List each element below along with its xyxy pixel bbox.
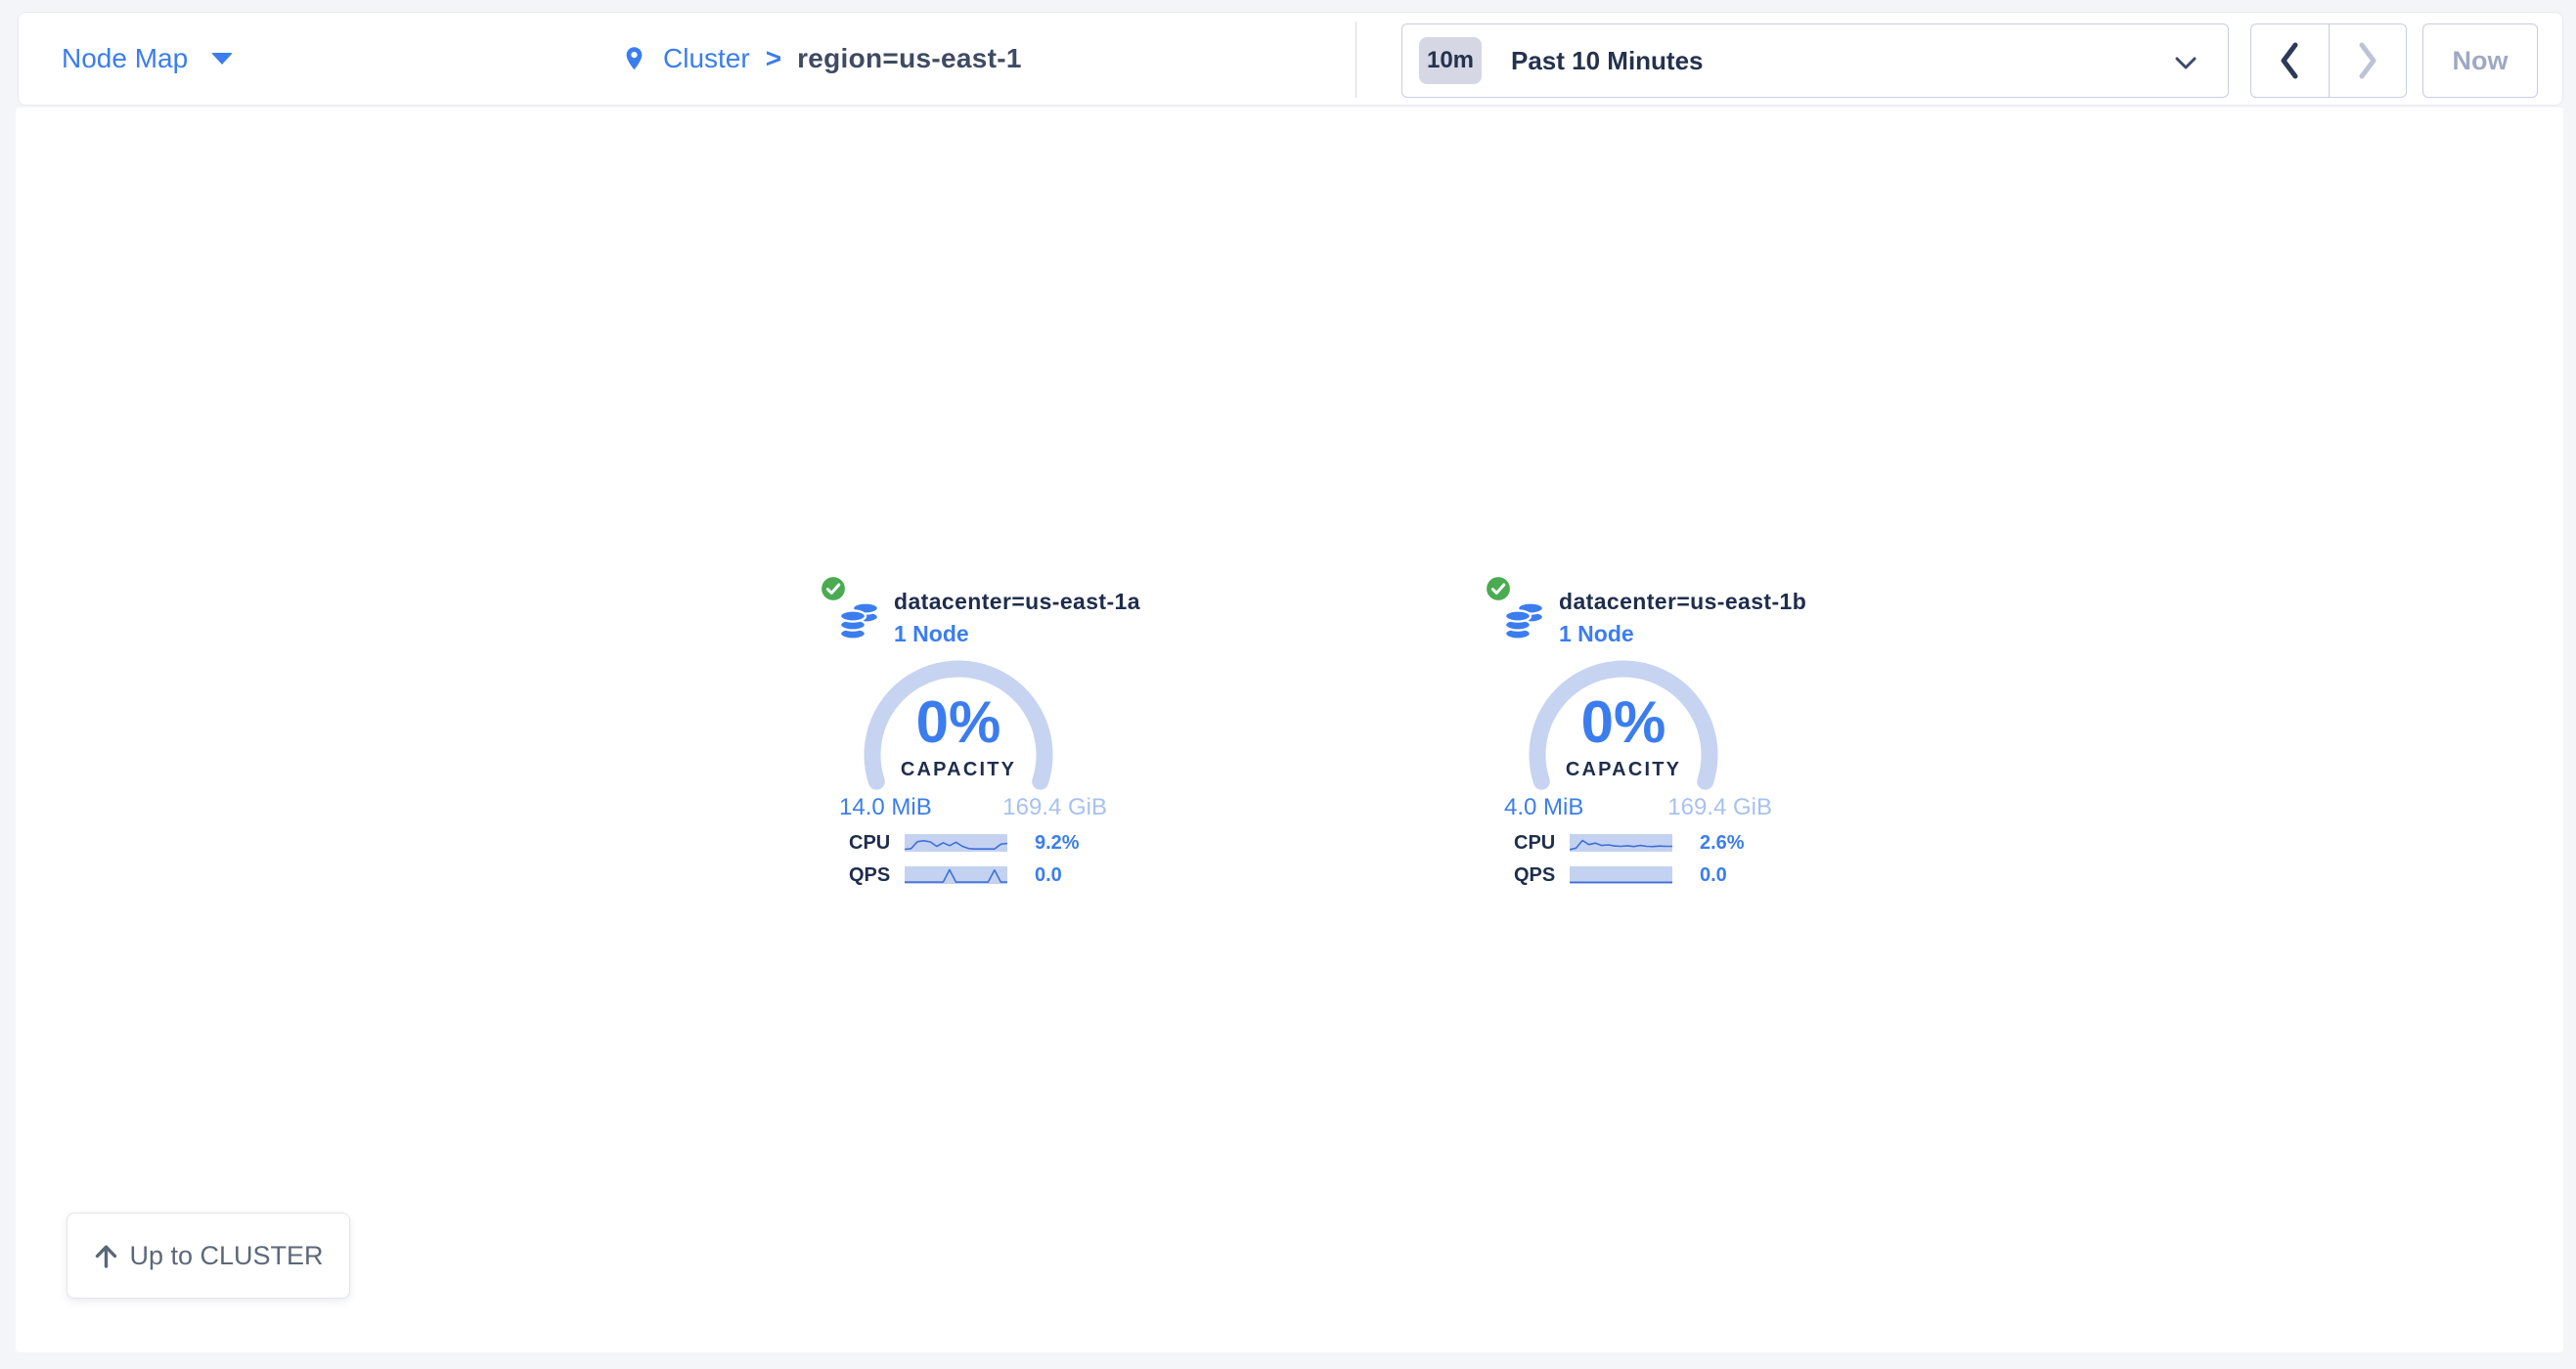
qps-sparkline (1570, 866, 1672, 884)
chevron-left-icon (2278, 41, 2301, 80)
caret-down-icon (211, 53, 233, 65)
node-map-page: Node Map Cluster > region=us-east-1 10m … (0, 0, 2576, 1369)
capacity-total: 169.4 GiB (1667, 794, 1772, 821)
up-to-cluster-label: Up to CLUSTER (129, 1241, 323, 1271)
database-stack-icon (1503, 598, 1546, 641)
node-map-canvas: datacenter=us-east-1a 1 Node 0% CAPACITY… (16, 108, 2563, 1352)
time-range-label: Past 10 Minutes (1511, 46, 1704, 76)
cpu-sparkline (905, 834, 1007, 852)
cpu-value: 2.6% (1700, 832, 1745, 855)
time-step-buttons (2250, 23, 2407, 98)
qps-value: 0.0 (1035, 864, 1062, 887)
datacenter-node-count[interactable]: 1 Node (894, 621, 1140, 647)
cpu-label: CPU (849, 832, 905, 855)
capacity-range: 14.0 MiB 169.4 GiB (839, 794, 1107, 821)
chevron-right-icon (2356, 41, 2379, 80)
datacenter-header: datacenter=us-east-1a 1 Node (894, 589, 1140, 647)
arrow-up-icon (93, 1243, 119, 1269)
up-to-cluster-button[interactable]: Up to CLUSTER (67, 1213, 350, 1299)
breadcrumb-current: region=us-east-1 (797, 43, 1022, 74)
qps-row: QPS 0.0 (849, 865, 1080, 885)
capacity-used: 14.0 MiB (839, 794, 932, 821)
location-pin-icon (621, 41, 647, 76)
cpu-sparkline (1570, 834, 1672, 852)
now-button[interactable]: Now (2422, 23, 2538, 98)
capacity-percent: 0% (861, 692, 1056, 753)
datacenter-module[interactable]: datacenter=us-east-1b 1 Node 0% CAPACITY… (1485, 575, 1817, 898)
datacenter-header: datacenter=us-east-1b 1 Node (1559, 589, 1806, 647)
breadcrumb-separator: > (766, 43, 781, 74)
qps-sparkline (905, 866, 1007, 884)
chevron-down-icon (2175, 57, 2197, 69)
capacity-gauge-arc (861, 657, 1056, 853)
header-divider (1355, 22, 1356, 98)
datacenter-title: datacenter=us-east-1b (1559, 589, 1806, 615)
qps-row: QPS 0.0 (1514, 865, 1745, 885)
breadcrumb-cluster-link[interactable]: Cluster (663, 43, 750, 74)
datacenter-node-count[interactable]: 1 Node (1559, 621, 1806, 647)
time-step-forward-button[interactable] (2330, 24, 2407, 97)
cpu-row: CPU 9.2% (849, 833, 1080, 853)
time-range-badge: 10m (1419, 37, 1482, 84)
capacity-percent: 0% (1526, 692, 1721, 753)
capacity-used: 4.0 MiB (1504, 794, 1583, 821)
stat-rows: CPU 9.2% QPS 0.0 (849, 833, 1080, 898)
cpu-row: CPU 2.6% (1514, 833, 1745, 853)
cpu-label: CPU (1514, 832, 1570, 855)
cpu-value: 9.2% (1035, 832, 1080, 855)
datacenter-module[interactable]: datacenter=us-east-1a 1 Node 0% CAPACITY… (820, 575, 1152, 898)
view-selector-dropdown[interactable]: Node Map (62, 13, 233, 105)
capacity-label: CAPACITY (849, 759, 1068, 781)
capacity-gauge-arc (1526, 657, 1721, 853)
breadcrumb: Cluster > region=us-east-1 (621, 13, 1022, 105)
datacenter-title: datacenter=us-east-1a (894, 589, 1140, 615)
capacity-range: 4.0 MiB 169.4 GiB (1504, 794, 1772, 821)
qps-label: QPS (849, 864, 905, 887)
database-stack-icon (838, 598, 881, 641)
qps-label: QPS (1514, 864, 1570, 887)
capacity-total: 169.4 GiB (1002, 794, 1107, 821)
capacity-label: CAPACITY (1514, 759, 1733, 781)
qps-value: 0.0 (1700, 864, 1727, 887)
time-step-back-button[interactable] (2251, 24, 2330, 97)
header-bar: Node Map Cluster > region=us-east-1 10m … (18, 12, 2563, 106)
time-range-dropdown[interactable]: 10m Past 10 Minutes (1401, 23, 2229, 98)
view-selector-label: Node Map (62, 43, 188, 74)
stat-rows: CPU 2.6% QPS 0.0 (1514, 833, 1745, 898)
